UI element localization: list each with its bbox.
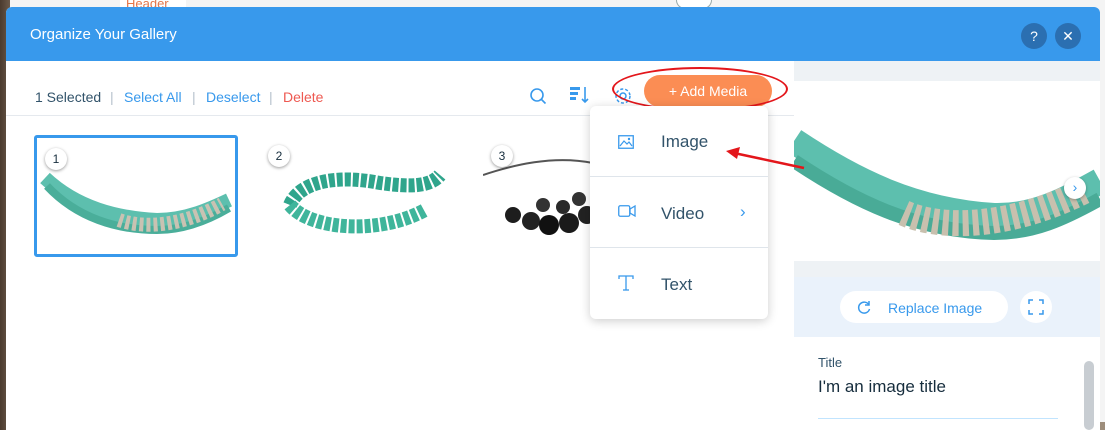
toolbar-separator: | [110, 89, 114, 105]
toolbar-separator: | [192, 89, 196, 105]
image-icon [618, 135, 634, 154]
delete-link[interactable]: Delete [283, 89, 323, 105]
turquoise-bracelet-image [283, 169, 446, 234]
thumbnail-number: 3 [491, 145, 513, 167]
menu-item-label: Video [661, 204, 705, 223]
turquoise-necklace-image [40, 172, 232, 235]
image-details-form: Title I'm an image title [794, 337, 1100, 430]
chevron-right-icon: › [740, 202, 746, 221]
thumbnail-number: 2 [268, 145, 290, 167]
annotation-arrow [726, 147, 805, 170]
toolbar-separator: | [269, 89, 273, 105]
sort-icon[interactable] [569, 85, 591, 110]
image-details-panel: › Replace Image Title I'm an image title [794, 61, 1100, 430]
panel-scrollbar[interactable] [1084, 361, 1094, 430]
select-all-link[interactable]: Select All [124, 89, 182, 105]
image-preview: › [794, 81, 1100, 261]
menu-item-label: Text [661, 275, 693, 294]
replace-image-label: Replace Image [888, 300, 983, 316]
add-media-menu: Image Video › Text [590, 106, 768, 319]
title-input[interactable]: I'm an image title [818, 377, 946, 397]
title-label: Title [818, 355, 843, 370]
organize-gallery-dialog: Organize Your Gallery ? ✕ 1 Selected | S… [6, 7, 1100, 430]
expand-icon [1028, 299, 1044, 320]
replace-image-button[interactable]: Replace Image [840, 291, 1008, 323]
search-icon[interactable] [529, 87, 547, 110]
selected-count: 1 Selected [35, 89, 102, 105]
menu-item-video[interactable]: Video › [590, 177, 768, 247]
deselect-link[interactable]: Deselect [206, 89, 260, 105]
title-underline [818, 418, 1058, 419]
thumbnail-number: 1 [45, 148, 67, 170]
dialog-header: Organize Your Gallery ? ✕ [6, 7, 1100, 61]
menu-item-text[interactable]: Text [590, 248, 768, 318]
refresh-icon [856, 299, 872, 320]
gallery-thumbnail[interactable]: 2 [260, 135, 464, 257]
dialog-title: Organize Your Gallery [30, 26, 177, 43]
close-button[interactable]: ✕ [1055, 23, 1081, 49]
turquoise-necklace-preview [794, 130, 1100, 241]
text-icon [618, 275, 634, 296]
expand-button[interactable] [1020, 291, 1052, 323]
annotation-ellipse [612, 67, 788, 111]
help-button[interactable]: ? [1021, 23, 1047, 49]
image-actions: Replace Image [794, 277, 1100, 337]
video-icon [618, 204, 636, 223]
gallery-thumbnail[interactable]: 1 [34, 135, 238, 257]
menu-item-label: Image [661, 132, 709, 151]
next-image-button[interactable]: › [1064, 177, 1086, 199]
